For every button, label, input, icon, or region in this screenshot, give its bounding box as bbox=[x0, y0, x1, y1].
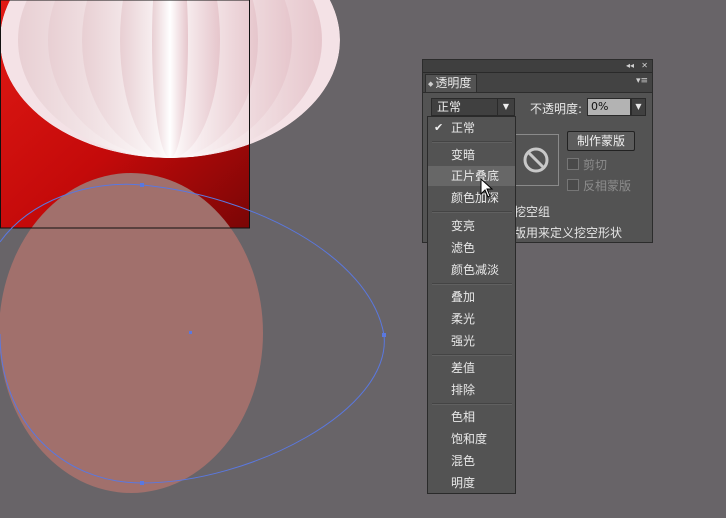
blend-option-label: 排除 bbox=[451, 383, 476, 397]
blend-mode-value: 正常 bbox=[437, 100, 462, 114]
make-mask-button[interactable]: 制作蒙版 bbox=[567, 131, 635, 151]
knockout-group-label[interactable]: 挖空组 bbox=[514, 203, 550, 220]
blend-option-hard-light[interactable]: 强光 bbox=[428, 331, 515, 351]
menu-divider bbox=[432, 354, 512, 356]
blend-option-label: 明度 bbox=[451, 476, 476, 490]
blend-option-color-burn[interactable]: 颜色加深 bbox=[428, 188, 515, 208]
opacity-input[interactable]: 0% bbox=[587, 98, 631, 116]
blend-option-label: 叠加 bbox=[451, 290, 476, 304]
opacity-label: 不透明度: bbox=[530, 102, 583, 116]
clip-option[interactable]: 剪切 bbox=[567, 156, 607, 173]
menu-divider bbox=[432, 141, 512, 143]
chevron-down-icon: ▼ bbox=[497, 99, 514, 115]
blend-option-overlay[interactable]: 叠加 bbox=[428, 287, 515, 307]
blend-option-color-dodge[interactable]: 颜色减淡 bbox=[428, 260, 515, 280]
define-knockout-shape-label[interactable]: 版用来定义挖空形状 bbox=[514, 224, 622, 241]
blend-option-exclusion[interactable]: 排除 bbox=[428, 380, 515, 400]
blend-mode-select[interactable]: 正常 ▼ bbox=[431, 98, 515, 116]
anchor-point-right[interactable] bbox=[382, 333, 386, 337]
close-panel-icon[interactable]: ✕ bbox=[641, 60, 648, 72]
collapse-panel-icon[interactable]: ◂◂ bbox=[626, 60, 634, 72]
menu-divider bbox=[432, 211, 512, 213]
blend-option-label: 强光 bbox=[451, 334, 476, 348]
checkmark-icon: ✔ bbox=[434, 121, 444, 134]
blend-option-color[interactable]: 混色 bbox=[428, 451, 515, 471]
blend-option-lighten[interactable]: 变亮 bbox=[428, 216, 515, 236]
blend-option-saturation[interactable]: 饱和度 bbox=[428, 429, 515, 449]
blend-option-label: 色相 bbox=[451, 410, 476, 424]
no-entry-icon bbox=[523, 147, 549, 173]
blend-option-normal[interactable]: ✔ 正常 bbox=[428, 118, 515, 138]
menu-divider bbox=[432, 403, 512, 405]
panel-tab-row: ◆ 透明度 ▾≡ bbox=[423, 73, 652, 93]
opacity-dropdown-button[interactable]: ▼ bbox=[631, 98, 646, 116]
blend-option-multiply[interactable]: 正片叠底 bbox=[428, 166, 515, 186]
blend-option-hue[interactable]: 色相 bbox=[428, 407, 515, 427]
blend-option-label: 差值 bbox=[451, 361, 476, 375]
blend-option-luminosity[interactable]: 明度 bbox=[428, 473, 515, 493]
blend-option-label: 颜色减淡 bbox=[451, 263, 500, 277]
blend-option-soft-light[interactable]: 柔光 bbox=[428, 309, 515, 329]
blend-option-label: 饱和度 bbox=[451, 432, 488, 446]
panel-title-bar[interactable]: ◂◂ ✕ bbox=[423, 60, 652, 73]
invert-mask-label: 反相蒙版 bbox=[583, 179, 632, 193]
blend-option-label: 变亮 bbox=[451, 219, 476, 233]
anchor-point-top[interactable] bbox=[140, 183, 144, 187]
brown-circle-shape[interactable] bbox=[0, 173, 263, 493]
clip-checkbox[interactable] bbox=[567, 158, 579, 170]
blend-option-darken[interactable]: 变暗 bbox=[428, 145, 515, 165]
blend-option-screen[interactable]: 滤色 bbox=[428, 238, 515, 258]
invert-mask-checkbox[interactable] bbox=[567, 179, 579, 191]
tab-transparency[interactable]: ◆ 透明度 bbox=[425, 74, 477, 92]
tab-transparency-label: 透明度 bbox=[435, 76, 472, 90]
blend-option-label: 正常 bbox=[451, 121, 476, 135]
mask-thumbnail[interactable] bbox=[515, 134, 559, 186]
blend-option-label: 混色 bbox=[451, 454, 476, 468]
blend-option-label: 滤色 bbox=[451, 241, 476, 255]
invert-mask-option[interactable]: 反相蒙版 bbox=[567, 177, 631, 194]
blend-mode-dropdown: ✔ 正常 变暗 正片叠底 颜色加深 变亮 滤色 颜色减淡 叠加 柔光 强光 差值 … bbox=[427, 116, 516, 494]
center-point bbox=[189, 331, 192, 334]
panel-menu-icon[interactable]: ▾≡ bbox=[636, 76, 648, 86]
menu-divider bbox=[432, 283, 512, 285]
blend-option-difference[interactable]: 差值 bbox=[428, 358, 515, 378]
tab-arrows-icon: ◆ bbox=[428, 80, 434, 88]
blend-option-label: 柔光 bbox=[451, 312, 476, 326]
clip-label: 剪切 bbox=[583, 158, 608, 172]
arrow-cursor-icon bbox=[480, 178, 494, 198]
blend-option-label: 变暗 bbox=[451, 148, 476, 162]
anchor-point-bottom[interactable] bbox=[140, 481, 144, 485]
